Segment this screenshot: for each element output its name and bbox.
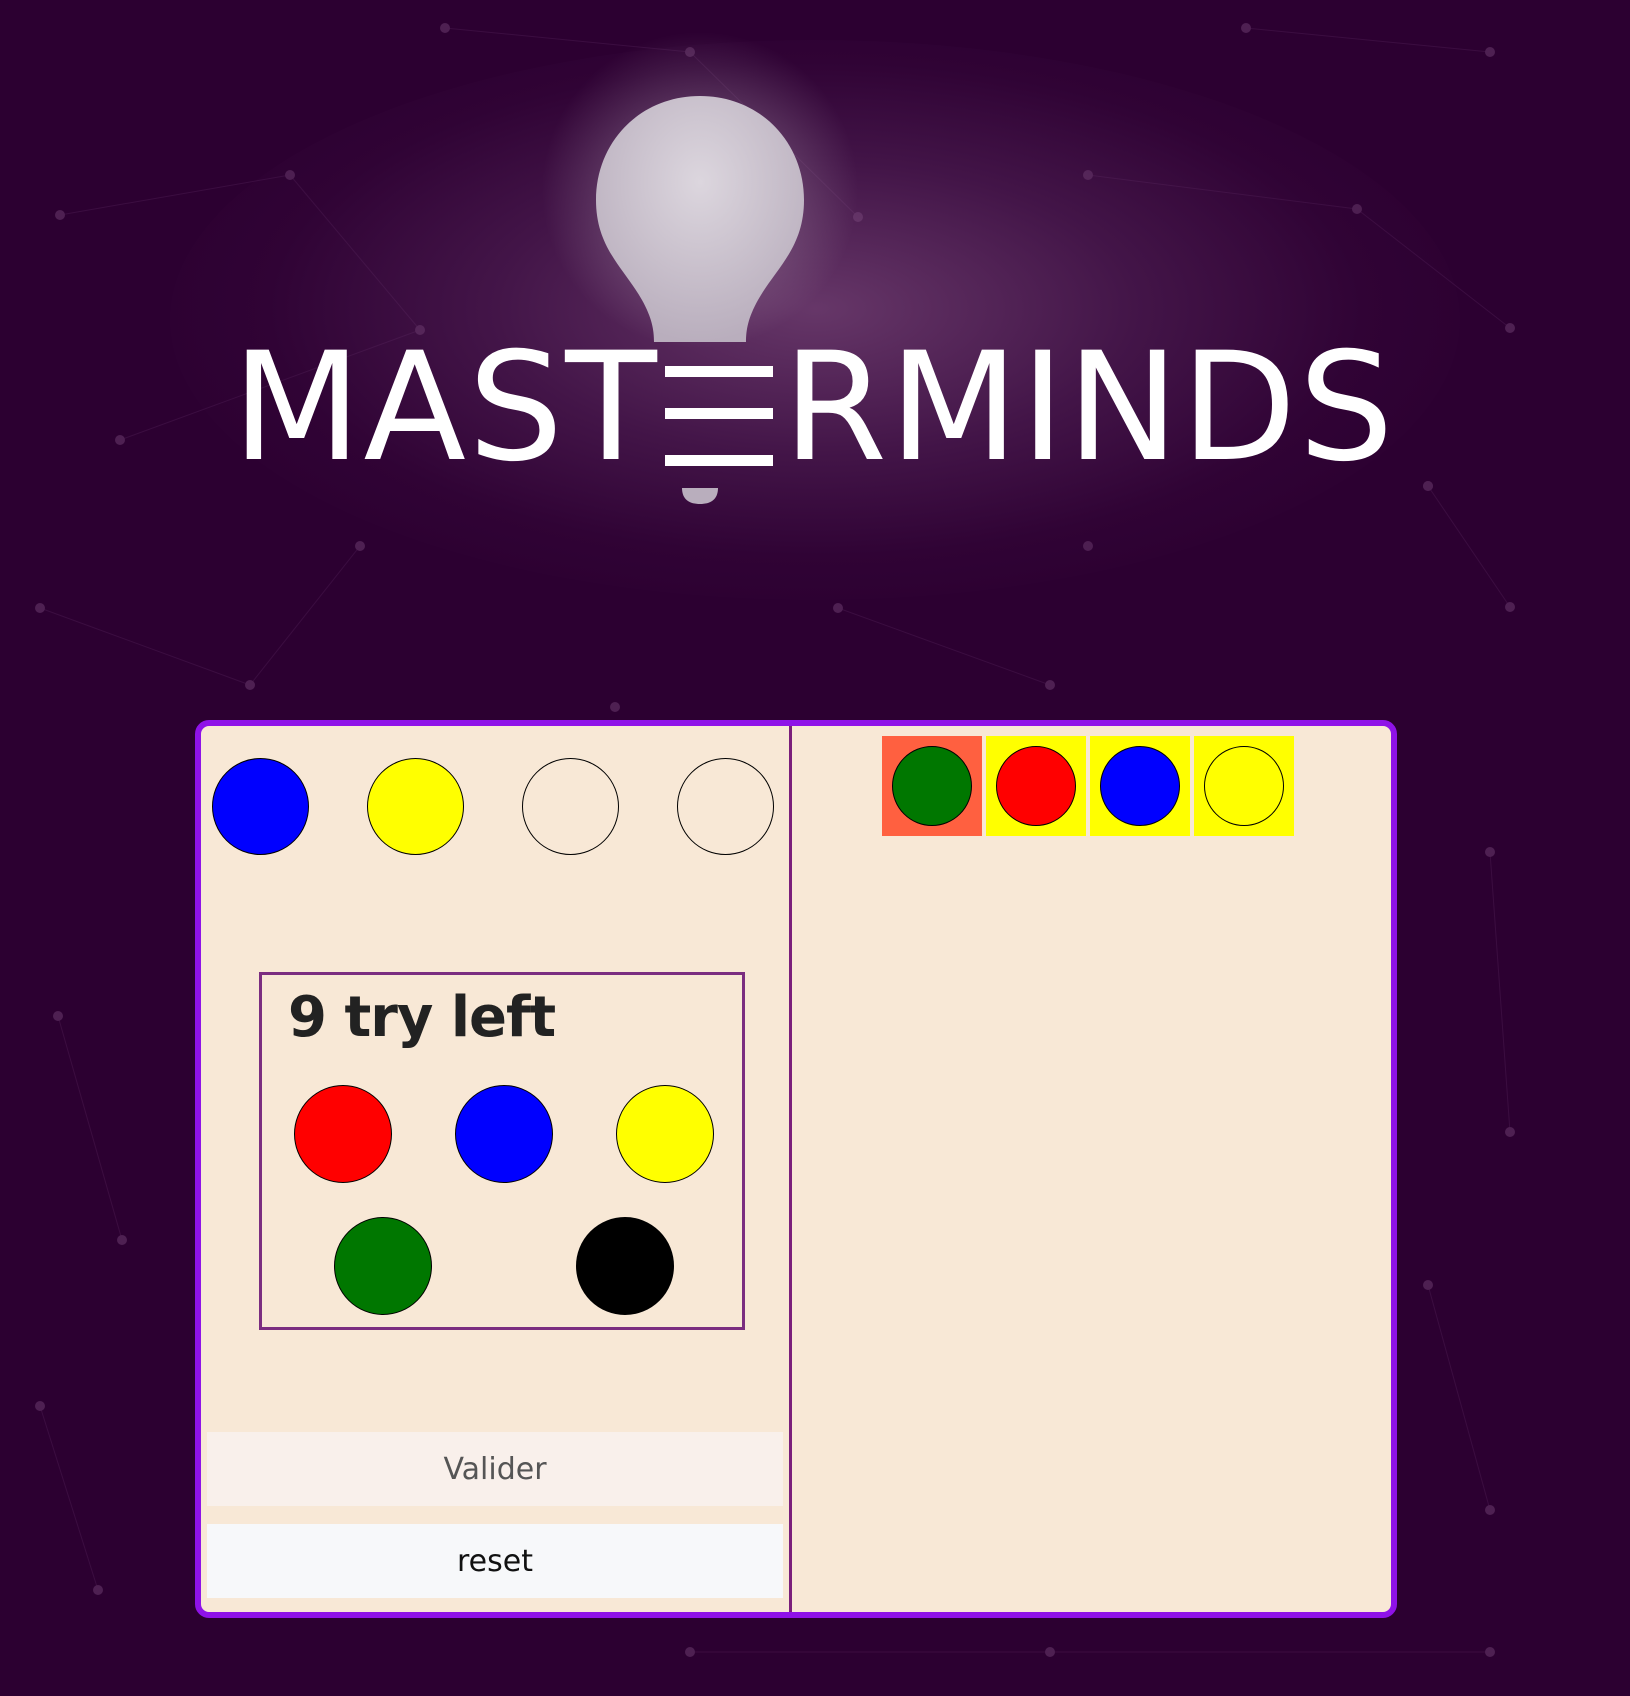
guess-slot-4[interactable] xyxy=(677,758,774,855)
logo-text-left: MAST xyxy=(232,321,659,495)
guess-slot-1[interactable] xyxy=(212,758,309,855)
palette-blue[interactable] xyxy=(455,1085,553,1183)
history-peg-red xyxy=(996,746,1076,826)
palette-black[interactable] xyxy=(576,1217,674,1315)
history-row xyxy=(882,736,1298,836)
history-feedback-cell xyxy=(986,736,1086,836)
validate-button[interactable]: Valider xyxy=(207,1432,783,1506)
logo-wordmark: MAST RMINDS xyxy=(232,321,1396,495)
color-palette: 9 try left xyxy=(259,972,745,1330)
history-peg-yellow xyxy=(1204,746,1284,826)
reset-button[interactable]: reset xyxy=(207,1524,783,1598)
guess-slot-2[interactable] xyxy=(367,758,464,855)
history-peg-green xyxy=(892,746,972,826)
history-feedback-cell xyxy=(882,736,982,836)
logo-e-bars xyxy=(664,360,775,478)
tries-left-label: 9 try left xyxy=(288,985,556,1050)
app-logo: MAST RMINDS xyxy=(0,0,1630,600)
palette-yellow[interactable] xyxy=(616,1085,714,1183)
guess-panel: 9 try left Valider reset xyxy=(201,726,792,1612)
history-feedback-cell xyxy=(1090,736,1190,836)
game-board: 9 try left Valider reset xyxy=(195,720,1397,1618)
palette-red[interactable] xyxy=(294,1085,392,1183)
history-feedback-cell xyxy=(1194,736,1294,836)
logo-text-right: RMINDS xyxy=(782,321,1396,495)
history-peg-blue xyxy=(1100,746,1180,826)
guess-slot-3[interactable] xyxy=(522,758,619,855)
palette-green[interactable] xyxy=(334,1217,432,1315)
history-panel xyxy=(792,726,1391,1612)
